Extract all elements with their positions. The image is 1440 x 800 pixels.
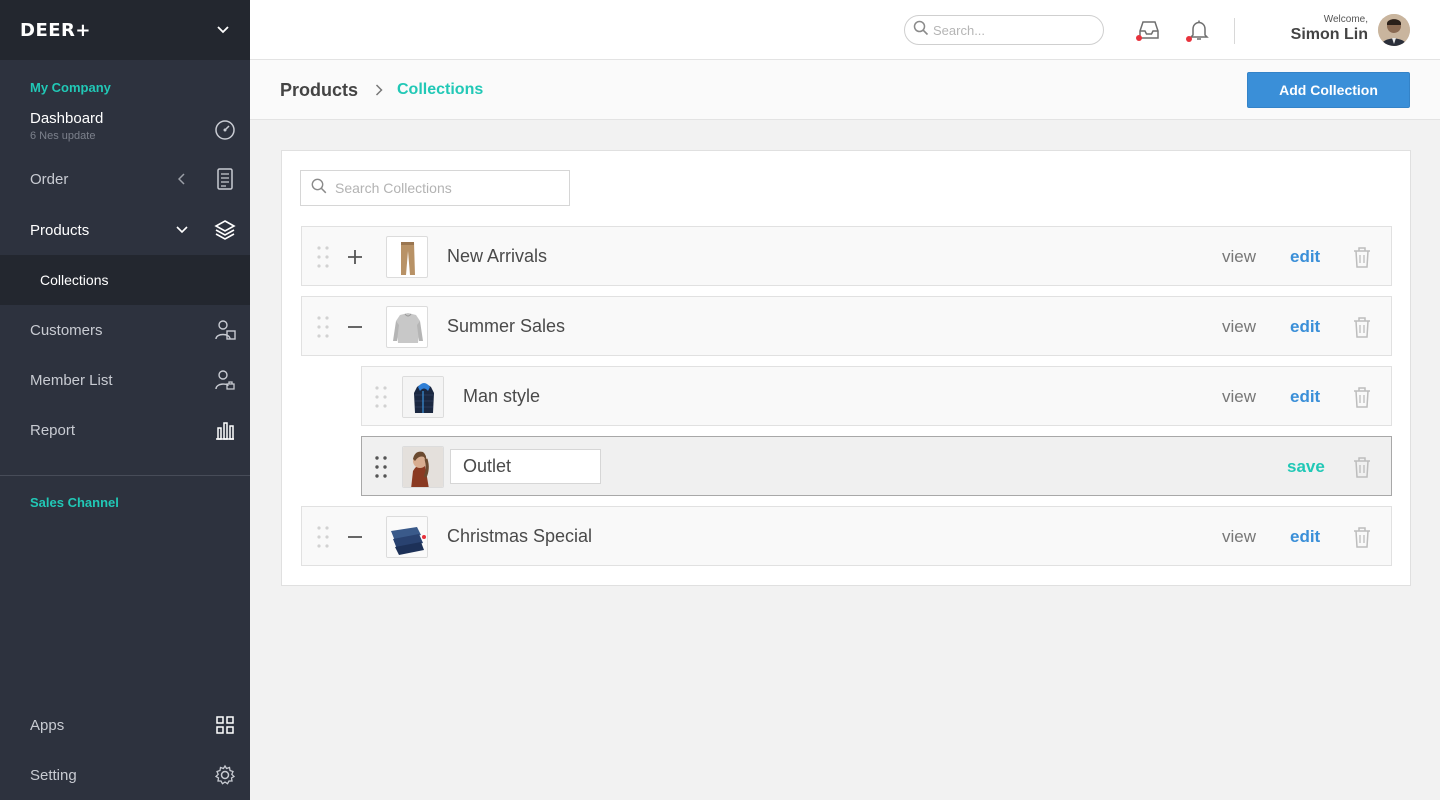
chevron-left-icon bbox=[176, 173, 188, 185]
topbar-separator bbox=[1234, 18, 1235, 44]
search-icon bbox=[913, 20, 929, 41]
sidebar-item-member-list[interactable]: Member List bbox=[0, 356, 250, 404]
inbox-unread-dot bbox=[1136, 35, 1142, 41]
collection-search[interactable] bbox=[300, 170, 570, 206]
view-link[interactable]: view bbox=[1222, 317, 1256, 337]
notification-unread-dot bbox=[1186, 36, 1192, 42]
add-collection-button[interactable]: Add Collection bbox=[1247, 72, 1410, 108]
user-menu[interactable]: Welcome, Simon Lin bbox=[1291, 14, 1368, 44]
collection-row: Summer Sales view edit bbox=[301, 296, 1392, 356]
collection-name: New Arrivals bbox=[447, 246, 548, 266]
order-icon bbox=[214, 168, 236, 190]
collection-thumbnail bbox=[402, 446, 444, 488]
member-icon bbox=[214, 369, 236, 391]
sidebar-item-dashboard[interactable]: Dashboard 6 Nes update bbox=[0, 110, 250, 150]
sidebar-subitem-collections[interactable]: Collections bbox=[0, 255, 250, 305]
products-icon bbox=[214, 219, 236, 241]
drag-handle-icon[interactable] bbox=[316, 315, 330, 339]
trash-icon[interactable] bbox=[1352, 386, 1372, 408]
global-search-input[interactable] bbox=[933, 22, 1093, 38]
dashboard-icon bbox=[214, 119, 236, 141]
trash-icon[interactable] bbox=[1352, 316, 1372, 338]
sidebar: DEER+ My Company Dashboard 6 Nes update … bbox=[0, 0, 250, 800]
collection-search-input[interactable] bbox=[335, 180, 555, 196]
user-name: Simon Lin bbox=[1290, 26, 1368, 43]
trash-icon[interactable] bbox=[1352, 456, 1372, 478]
trash-icon[interactable] bbox=[1352, 246, 1372, 268]
collection-row: New Arrivals view edit bbox=[301, 226, 1392, 286]
sidebar-item-products[interactable]: Products bbox=[0, 206, 250, 254]
edit-link[interactable]: edit bbox=[1290, 247, 1320, 267]
edit-link[interactable]: edit bbox=[1290, 317, 1320, 337]
collection-row-editing: save bbox=[361, 436, 1392, 496]
collection-name: Summer Sales bbox=[447, 316, 566, 336]
view-link[interactable]: view bbox=[1222, 387, 1256, 407]
collection-thumbnail bbox=[402, 376, 444, 418]
notification-button[interactable] bbox=[1186, 17, 1212, 43]
sidebar-item-apps[interactable]: Apps bbox=[0, 701, 250, 749]
view-link[interactable]: view bbox=[1222, 247, 1256, 267]
brand-bar[interactable]: DEER+ bbox=[0, 0, 250, 60]
section-my-company: My Company bbox=[30, 80, 111, 95]
chevron-down-icon[interactable] bbox=[216, 23, 230, 37]
sidebar-divider bbox=[0, 475, 250, 476]
collapse-minus-icon[interactable] bbox=[346, 528, 364, 546]
chevron-down-icon bbox=[176, 224, 188, 236]
report-icon bbox=[214, 419, 236, 441]
sidebar-subitem-label: Collections bbox=[40, 272, 109, 288]
sidebar-item-setting[interactable]: Setting bbox=[0, 751, 250, 799]
drag-handle-icon[interactable] bbox=[374, 455, 388, 479]
drag-handle-icon[interactable] bbox=[316, 245, 330, 269]
drag-handle-icon[interactable] bbox=[316, 525, 330, 549]
welcome-text: Welcome, bbox=[1323, 14, 1368, 25]
save-link[interactable]: save bbox=[1287, 457, 1325, 477]
brand-logo: DEER+ bbox=[20, 19, 91, 41]
breadcrumb-products[interactable]: Products bbox=[280, 80, 358, 101]
customers-icon bbox=[214, 319, 236, 341]
global-search[interactable] bbox=[904, 15, 1104, 45]
view-link[interactable]: view bbox=[1222, 527, 1256, 547]
collection-name: Christmas Special bbox=[447, 526, 593, 546]
avatar[interactable] bbox=[1378, 14, 1410, 46]
search-icon bbox=[311, 178, 327, 199]
edit-link[interactable]: edit bbox=[1290, 527, 1320, 547]
collections-panel: New Arrivals view edit Summer Sales view… bbox=[281, 150, 1411, 586]
collection-name: Man style bbox=[463, 386, 541, 406]
collection-row: Christmas Special view edit bbox=[301, 506, 1392, 566]
collection-thumbnail bbox=[386, 516, 428, 558]
collection-name-input[interactable] bbox=[450, 449, 601, 484]
sidebar-item-customers[interactable]: Customers bbox=[0, 306, 250, 354]
gear-icon bbox=[214, 764, 236, 786]
apps-icon bbox=[214, 714, 236, 736]
breadcrumb-collections: Collections bbox=[397, 81, 484, 98]
collection-row-nested: Man style view edit bbox=[361, 366, 1392, 426]
inbox-button[interactable] bbox=[1136, 17, 1162, 43]
edit-link[interactable]: edit bbox=[1290, 387, 1320, 407]
expand-plus-icon[interactable] bbox=[346, 248, 364, 266]
collection-thumbnail bbox=[386, 236, 428, 278]
topbar: Welcome, Simon Lin bbox=[250, 0, 1440, 60]
section-sales-channel: Sales Channel bbox=[30, 495, 119, 510]
collapse-minus-icon[interactable] bbox=[346, 318, 364, 336]
collection-thumbnail bbox=[386, 306, 428, 348]
chevron-right-icon bbox=[374, 83, 384, 97]
drag-handle-icon[interactable] bbox=[374, 385, 388, 409]
sidebar-item-order[interactable]: Order bbox=[0, 155, 250, 203]
sidebar-item-report[interactable]: Report bbox=[0, 406, 250, 454]
trash-icon[interactable] bbox=[1352, 526, 1372, 548]
page-header: Products Collections Add Collection bbox=[250, 60, 1440, 120]
